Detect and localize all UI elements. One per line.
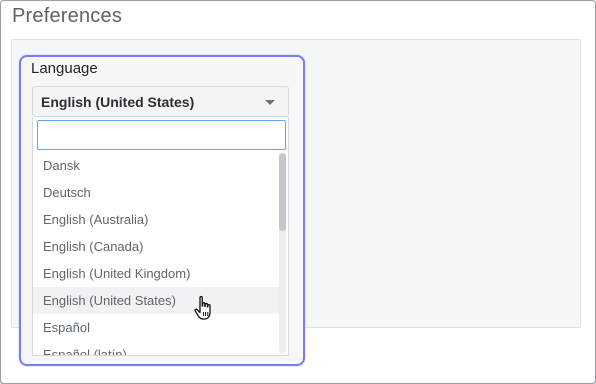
selected-language: English (United States) — [41, 94, 195, 110]
language-select[interactable]: English (United States) — [32, 86, 289, 117]
language-option[interactable]: English (United Kingdom) — [33, 260, 279, 287]
language-option[interactable]: Español (latín) — [33, 341, 279, 355]
language-option[interactable]: Deutsch — [33, 179, 279, 206]
language-option[interactable]: Español — [33, 314, 279, 341]
language-option[interactable]: English (Australia) — [33, 206, 279, 233]
dropdown-scrollbar[interactable] — [279, 153, 286, 353]
chevron-down-icon[interactable] — [265, 100, 275, 105]
language-options-list: Dansk Deutsch English (Australia) Englis… — [33, 152, 279, 355]
language-option[interactable]: English (United States) — [33, 287, 279, 314]
language-search-input[interactable] — [37, 120, 286, 150]
language-option[interactable]: English (Canada) — [33, 233, 279, 260]
scrollbar-thumb[interactable] — [279, 153, 286, 231]
language-option[interactable]: Dansk — [33, 152, 279, 179]
page-title: Preferences — [12, 5, 123, 27]
language-dropdown: Dansk Deutsch English (Australia) Englis… — [32, 117, 289, 356]
hand-pointer-icon — [194, 295, 211, 320]
language-label: Language — [31, 60, 98, 77]
